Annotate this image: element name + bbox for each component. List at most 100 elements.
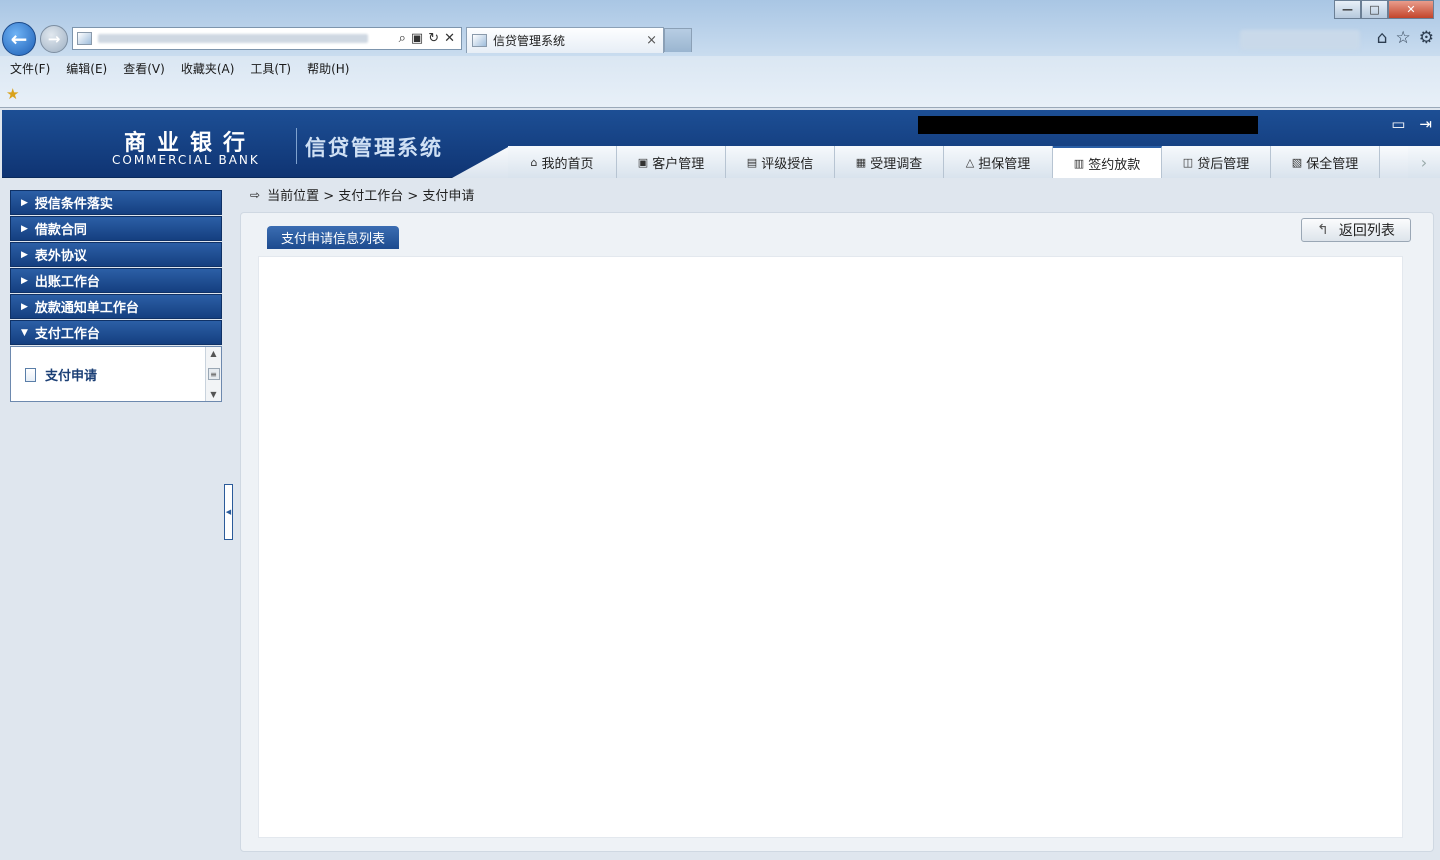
close-window-button[interactable]: ✕ [1388, 0, 1434, 19]
preservation-icon: ▧ [1291, 155, 1303, 169]
nav-tab-label: 担保管理 [978, 156, 1031, 172]
nav-tab-label: 评级授信 [761, 156, 814, 172]
refresh-icon[interactable]: ↻ [428, 31, 439, 46]
contract-icon: ▥ [1073, 156, 1085, 170]
nav-tab-rating[interactable]: ▤ 评级授信 [726, 146, 835, 178]
menu-bar: 文件(F) 编辑(E) 查看(V) 收藏夹(A) 工具(T) 帮助(H) [0, 57, 365, 79]
home-icon: ⌂ [530, 155, 538, 169]
scroll-thumb[interactable]: ≡ [207, 368, 220, 380]
forward-button[interactable]: → [40, 25, 68, 53]
redacted-user-info [918, 116, 1258, 134]
window-controls: — □ ✕ [1334, 0, 1434, 19]
list-content-area [258, 256, 1403, 838]
search-icon[interactable]: ⌕ [399, 31, 406, 46]
new-tab-button[interactable] [664, 28, 692, 52]
browser-chrome: ← → ⌕ ▣ ↻ ✕ 信贷管理系统 × — □ ✕ ⌂ ☆ ⚙ 文件(F) 编… [0, 0, 1440, 108]
menu-file[interactable]: 文件(F) [10, 60, 50, 77]
back-button[interactable]: ← [2, 22, 36, 56]
rating-icon: ▤ [746, 155, 758, 169]
menu-edit[interactable]: 编辑(E) [66, 60, 107, 77]
customer-icon: ▣ [637, 155, 649, 169]
favorites-star-icon[interactable]: ☆ [1396, 28, 1411, 48]
system-name: 信贷管理系统 [305, 136, 443, 160]
add-favorite-star-icon[interactable]: ★ [6, 85, 19, 103]
menu-tools[interactable]: 工具(T) [250, 60, 291, 77]
return-list-label: 返回列表 [1338, 223, 1395, 239]
nav-tab-label: 签约放款 [1088, 157, 1141, 173]
browser-search-box[interactable] [1240, 30, 1360, 50]
nav-tab-label: 客户管理 [652, 156, 705, 172]
survey-icon: ▦ [855, 155, 867, 169]
compatibility-icon[interactable]: ▣ [411, 31, 423, 46]
return-list-button[interactable]: ↰ 返回列表 [1301, 218, 1411, 242]
nav-tab-preservation[interactable]: ▧ 保全管理 [1271, 146, 1380, 178]
document-icon [25, 367, 36, 382]
sidebar-subpanel: 支付申请 ▲ ≡ ▼ [10, 346, 222, 402]
tab-title: 信贷管理系统 [493, 34, 566, 48]
browser-toolbar-icons: ⌂ ☆ ⚙ [1377, 28, 1434, 48]
nav-tab-guarantee[interactable]: △ 担保管理 [944, 146, 1053, 178]
sidebar-item-credit-conditions[interactable]: ▶ 授信条件落实 [10, 190, 222, 215]
tab-payment-request-list[interactable]: 支付申请信息列表 [267, 226, 399, 249]
address-bar[interactable]: ⌕ ▣ ↻ ✕ [72, 27, 462, 50]
scroll-up-icon[interactable]: ▲ [210, 349, 216, 358]
logo-divider [296, 128, 297, 164]
stop-icon[interactable]: ✕ [444, 31, 455, 46]
menu-favorites[interactable]: 收藏夹(A) [181, 60, 235, 77]
nav-tab-survey[interactable]: ▦ 受理调查 [835, 146, 944, 178]
nav-tab-contract[interactable]: ▥ 签约放款 [1053, 146, 1162, 178]
nav-tab-home[interactable]: ⌂ 我的首页 [508, 146, 617, 178]
maximize-button[interactable]: □ [1361, 0, 1388, 19]
sidebar-item-offbalance[interactable]: ▶ 表外协议 [10, 242, 222, 267]
browser-tab[interactable]: 信贷管理系统 × [466, 27, 664, 53]
sidebar-item-label: 放款通知单工作台 [34, 301, 139, 316]
settings-gear-icon[interactable]: ⚙ [1419, 28, 1434, 48]
sidebar-item-loan-notice-desk[interactable]: ▶ 放款通知单工作台 [10, 294, 222, 319]
location-icon: ⇨ [250, 187, 261, 202]
sidebar-collapse-handle[interactable]: ◀ [224, 484, 233, 540]
caret-right-icon: ▶ [21, 223, 28, 234]
sidebar-item-loan-contract[interactable]: ▶ 借款合同 [10, 216, 222, 241]
monitor-icon[interactable]: ▭ [1391, 115, 1405, 133]
menu-help[interactable]: 帮助(H) [307, 60, 349, 77]
sidebar-item-label: 出账工作台 [34, 275, 100, 290]
home-icon[interactable]: ⌂ [1377, 28, 1388, 48]
bank-logo-en: COMMERCIAL BANK [112, 153, 260, 167]
minimize-button[interactable]: — [1334, 0, 1361, 19]
nav-tab-label: 保全管理 [1306, 156, 1359, 172]
sidebar: ▶ 授信条件落实 ▶ 借款合同 ▶ 表外协议 ▶ 出账工作台 ▶ 放款通知单工作台 ▼ 支付… [10, 190, 222, 402]
page-favicon-icon [77, 32, 92, 45]
sidebar-item-label: 表外协议 [34, 249, 87, 264]
main-nav-tabs: ⌂ 我的首页 ▣ 客户管理 ▤ 评级授信 ▦ 受理调查 △ 担保管理 ▥ 签约放款 ◫ 贷后管… [508, 146, 1380, 178]
sidebar-item-payment-desk[interactable]: ▼ 支付工作台 [10, 320, 222, 345]
nav-tab-label: 受理调查 [870, 156, 923, 172]
caret-right-icon: ▶ [21, 249, 28, 260]
tab-favicon-icon [472, 34, 487, 47]
nav-tab-postloan[interactable]: ◫ 贷后管理 [1162, 146, 1271, 178]
postloan-icon: ◫ [1182, 155, 1194, 169]
caret-right-icon: ▶ [21, 301, 28, 312]
nav-tab-label: 我的首页 [541, 156, 594, 172]
caret-right-icon: ▶ [21, 275, 28, 286]
scroll-down-icon[interactable]: ▼ [210, 390, 216, 399]
sidebar-scrollbar[interactable]: ▲ ≡ ▼ [205, 347, 221, 401]
nav-tab-label: 贷后管理 [1197, 156, 1250, 172]
menu-view[interactable]: 查看(V) [123, 60, 165, 77]
sidebar-subitem-payment-request[interactable]: 支付申请 [25, 365, 97, 384]
tab-close-icon[interactable]: × [646, 33, 657, 48]
guarantee-icon: △ [965, 155, 975, 169]
header-icons: ▭ ⇥ [1391, 115, 1432, 133]
nav-tab-customer[interactable]: ▣ 客户管理 [617, 146, 726, 178]
caret-down-icon: ▼ [21, 327, 28, 338]
nav-scroll-right-icon[interactable]: › [1408, 146, 1440, 178]
breadcrumb-text: 当前位置 > 支付工作台 > 支付申请 [267, 189, 475, 204]
address-url [98, 34, 368, 43]
sidebar-item-label: 授信条件落实 [34, 197, 113, 212]
return-arrow-icon: ↰ [1317, 222, 1329, 238]
breadcrumb: ⇨ 当前位置 > 支付工作台 > 支付申请 [250, 185, 475, 205]
sidebar-item-disbursement-desk[interactable]: ▶ 出账工作台 [10, 268, 222, 293]
sidebar-item-label: 支付工作台 [34, 327, 100, 342]
sidebar-subitem-label: 支付申请 [45, 369, 98, 384]
caret-right-icon: ▶ [21, 197, 28, 208]
logout-icon[interactable]: ⇥ [1419, 115, 1432, 133]
